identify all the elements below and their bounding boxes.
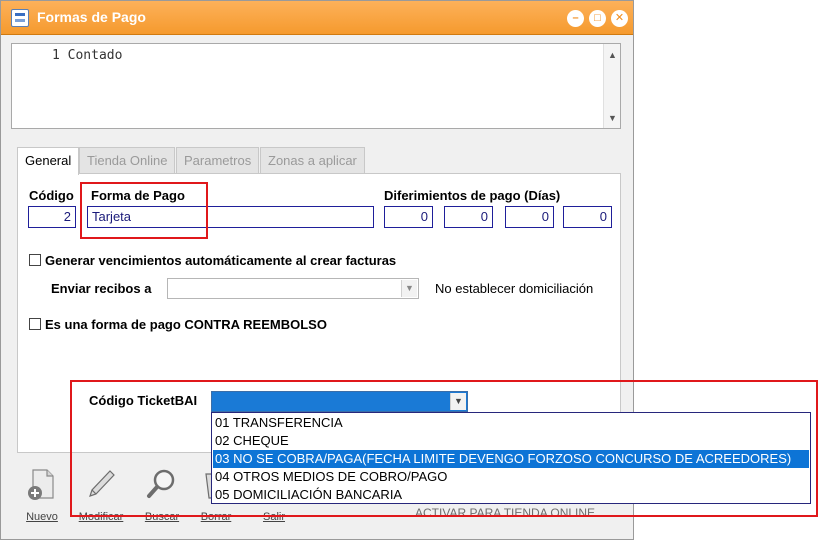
diferimiento-field-4[interactable]: 0	[563, 206, 612, 228]
ticketbai-dropdown-list[interactable]: 01 TRANSFERENCIA 02 CHEQUE 03 NO SE COBR…	[211, 412, 811, 504]
window-title: Formas de Pago	[37, 9, 146, 25]
contra-reembolso-checkbox[interactable]	[29, 318, 41, 330]
tab-zonas-a-aplicar[interactable]: Zonas a aplicar	[260, 147, 365, 174]
diferimientos-label: Diferimientos de pago (Días)	[384, 188, 561, 203]
scroll-down-icon[interactable]: ▼	[604, 110, 621, 126]
ticketbai-option-05[interactable]: 05 DOMICILIACIÓN BANCARIA	[213, 486, 809, 504]
title-bar[interactable]: Formas de Pago – □ ✕	[1, 1, 633, 35]
close-icon[interactable]: ✕	[611, 10, 628, 27]
enviar-recibos-label: Enviar recibos a	[51, 281, 152, 296]
domiciliacion-label: No establecer domiciliación	[435, 281, 594, 296]
chevron-down-icon[interactable]: ▼	[450, 393, 466, 410]
forma-de-pago-highlight	[80, 182, 208, 239]
tab-tienda-online[interactable]: Tienda Online	[79, 147, 176, 174]
ticketbai-option-03[interactable]: 03 NO SE COBRA/PAGA(FECHA LIMITE DEVENGO…	[213, 450, 809, 468]
codigo-field[interactable]: 2	[28, 206, 76, 228]
maximize-icon[interactable]: □	[589, 10, 606, 27]
nuevo-label: Nuevo	[26, 511, 58, 523]
memo-scrollbar[interactable]: ▲ ▼	[603, 44, 620, 128]
generar-vencimientos-checkbox[interactable]	[29, 254, 41, 266]
ticketbai-option-02[interactable]: 02 CHEQUE	[213, 432, 809, 450]
minimize-icon[interactable]: –	[567, 10, 584, 27]
tab-general[interactable]: General	[17, 147, 80, 175]
generar-vencimientos-label: Generar vencimientos automáticamente al …	[45, 253, 397, 268]
enviar-recibos-combo[interactable]: ▼	[167, 278, 419, 299]
ticketbai-label: Código TicketBAI	[89, 393, 198, 408]
memo-line: 1 Contado	[52, 48, 123, 63]
codigo-label: Código	[29, 188, 74, 203]
diferimiento-field-2[interactable]: 0	[444, 206, 493, 228]
ticketbai-option-01[interactable]: 01 TRANSFERENCIA	[213, 414, 809, 432]
payment-list-memo[interactable]: 1 Contado ▲ ▼	[11, 43, 621, 129]
tab-parametros[interactable]: Parametros	[176, 147, 260, 174]
nuevo-button[interactable]: Nuevo	[17, 467, 67, 527]
diferimiento-field-3[interactable]: 0	[505, 206, 554, 228]
chevron-down-icon[interactable]: ▼	[401, 280, 417, 297]
contra-reembolso-label: Es una forma de pago CONTRA REEMBOLSO	[45, 317, 327, 332]
scroll-up-icon[interactable]: ▲	[604, 47, 621, 63]
app-icon	[11, 9, 29, 27]
new-document-icon	[28, 469, 54, 500]
diferimiento-field-1[interactable]: 0	[384, 206, 433, 228]
ticketbai-combo[interactable]: ▼	[211, 391, 468, 412]
ticketbai-option-04[interactable]: 04 OTROS MEDIOS DE COBRO/PAGO	[213, 468, 809, 486]
